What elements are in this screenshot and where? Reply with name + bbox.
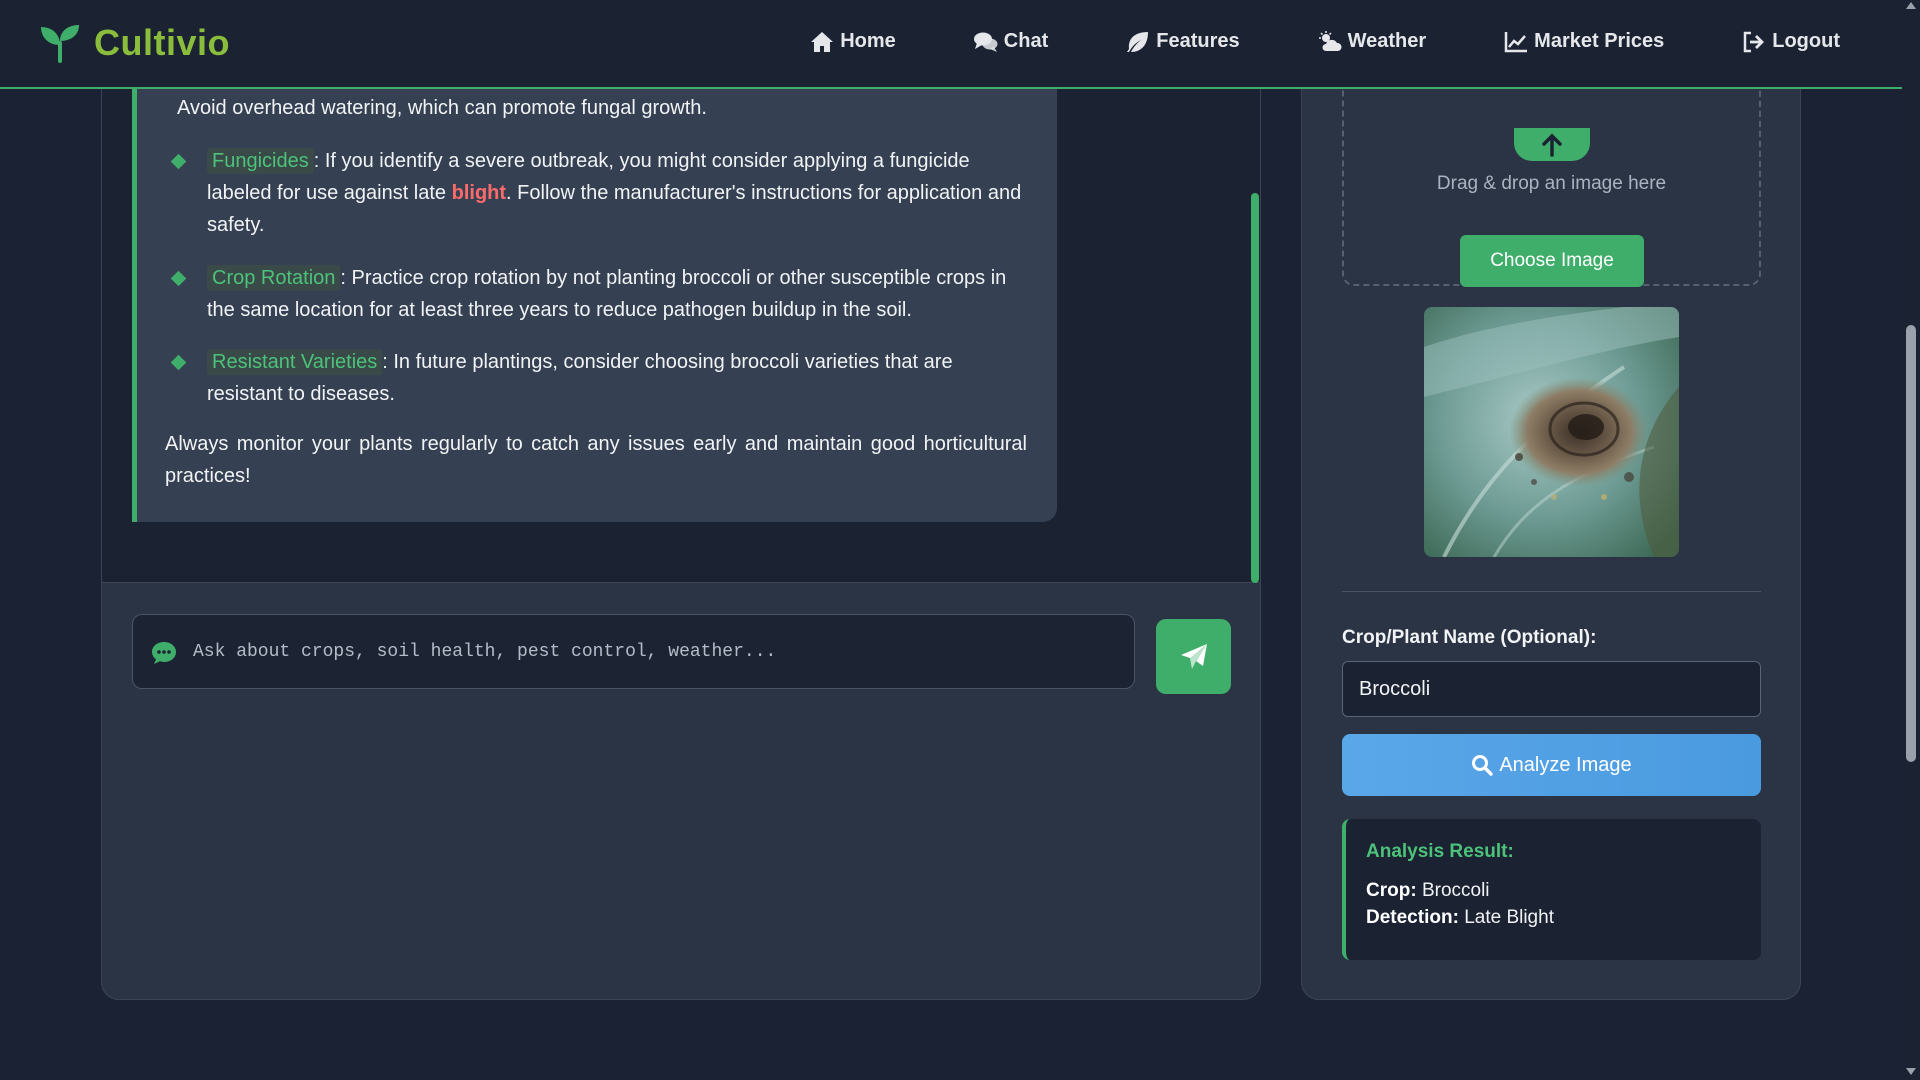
chat-scrollbar[interactable] [1251, 193, 1259, 583]
bullet-tag: Crop Rotation [207, 265, 341, 291]
uploaded-image-preview [1424, 307, 1679, 557]
bullet-tag: Resistant Varieties [207, 349, 383, 375]
brand-logo[interactable]: Cultivio [38, 22, 230, 64]
choose-image-button[interactable]: Choose Image [1460, 235, 1644, 287]
send-button[interactable] [1156, 619, 1231, 694]
nav-weather[interactable]: Weather [1318, 30, 1427, 53]
nav-home[interactable]: Home [810, 30, 896, 53]
analyze-image-button[interactable]: Analyze Image [1342, 734, 1761, 796]
nav-logout-label: Logout [1772, 30, 1840, 52]
diamond-bullet-icon [170, 270, 187, 287]
message-line: Avoid overhead watering, which can promo… [177, 97, 707, 119]
home-icon [811, 31, 834, 52]
nav-chat[interactable]: Chat [973, 30, 1049, 53]
search-icon [1472, 755, 1494, 776]
chat-panel: Avoid overhead watering, which can promo… [101, 40, 1261, 1000]
cloud-sun-icon [1318, 30, 1342, 51]
result-detection-value: Late Blight [1464, 907, 1554, 928]
upload-icon [1514, 128, 1590, 161]
chat-input-box[interactable] [132, 614, 1135, 689]
analyze-image-label: Analyze Image [1499, 753, 1632, 776]
nav-market-prices-label: Market Prices [1534, 30, 1665, 52]
scroll-down-arrow-icon[interactable] [1906, 1068, 1916, 1075]
top-navbar: Cultivio Home Chat Features Weather Mark… [0, 0, 1902, 89]
result-crop: Crop: Broccoli [1366, 877, 1741, 904]
comment-dots-icon [152, 642, 176, 664]
highlight-word: blight [451, 182, 507, 204]
nav-weather-label: Weather [1347, 30, 1427, 52]
paper-plane-icon [1180, 643, 1207, 669]
nav-links: Home Chat Features Weather Market Prices… [732, 30, 1840, 53]
bullet-tag: Fungicides [207, 148, 314, 174]
list-item: Resistant Varieties: In future plantings… [167, 346, 1027, 410]
logout-icon [1744, 31, 1765, 52]
divider [1342, 591, 1761, 592]
crop-name-label: Crop/Plant Name (Optional): [1342, 627, 1597, 648]
result-detection-key: Detection: [1366, 907, 1459, 928]
nav-home-label: Home [840, 30, 896, 52]
diamond-bullet-icon [170, 354, 187, 371]
nav-logout[interactable]: Logout [1742, 30, 1840, 53]
scrollbar-thumb[interactable] [1906, 325, 1916, 762]
chat-message-input[interactable] [193, 633, 1113, 671]
result-detection: Detection: Late Blight [1366, 904, 1741, 931]
scroll-up-arrow-icon[interactable] [1906, 2, 1916, 9]
result-title: Analysis Result: [1366, 841, 1514, 862]
image-analysis-panel: Drag & drop an image here Choose Image C… [1301, 40, 1801, 1000]
page-scrollbar[interactable] [1902, 0, 1920, 1080]
list-item: Fungicides: If you identify a severe out… [167, 145, 1027, 241]
crop-name-input[interactable] [1342, 661, 1761, 717]
brand-name: Cultivio [94, 22, 230, 63]
nav-features-label: Features [1156, 30, 1240, 52]
bot-message: Avoid overhead watering, which can promo… [132, 41, 1057, 522]
result-crop-key: Crop: [1366, 880, 1417, 901]
leaf-icon [1127, 31, 1149, 52]
dropzone-text: Drag & drop an image here [1436, 173, 1667, 194]
chat-messages: Avoid overhead watering, which can promo… [102, 41, 1260, 583]
result-crop-value: Broccoli [1421, 880, 1490, 901]
seedling-icon [41, 25, 79, 63]
chart-line-icon [1504, 31, 1528, 52]
analysis-result: Analysis Result: Crop: Broccoli Detectio… [1342, 819, 1761, 960]
list-item: Crop Rotation: Practice crop rotation by… [167, 262, 1027, 326]
nav-market-prices[interactable]: Market Prices [1504, 30, 1664, 53]
nav-chat-label: Chat [1003, 30, 1049, 52]
diamond-bullet-icon [170, 153, 187, 170]
nav-features[interactable]: Features [1126, 30, 1240, 53]
closing-text: Always monitor your plants regularly to … [165, 433, 1027, 487]
comments-icon [973, 32, 998, 52]
